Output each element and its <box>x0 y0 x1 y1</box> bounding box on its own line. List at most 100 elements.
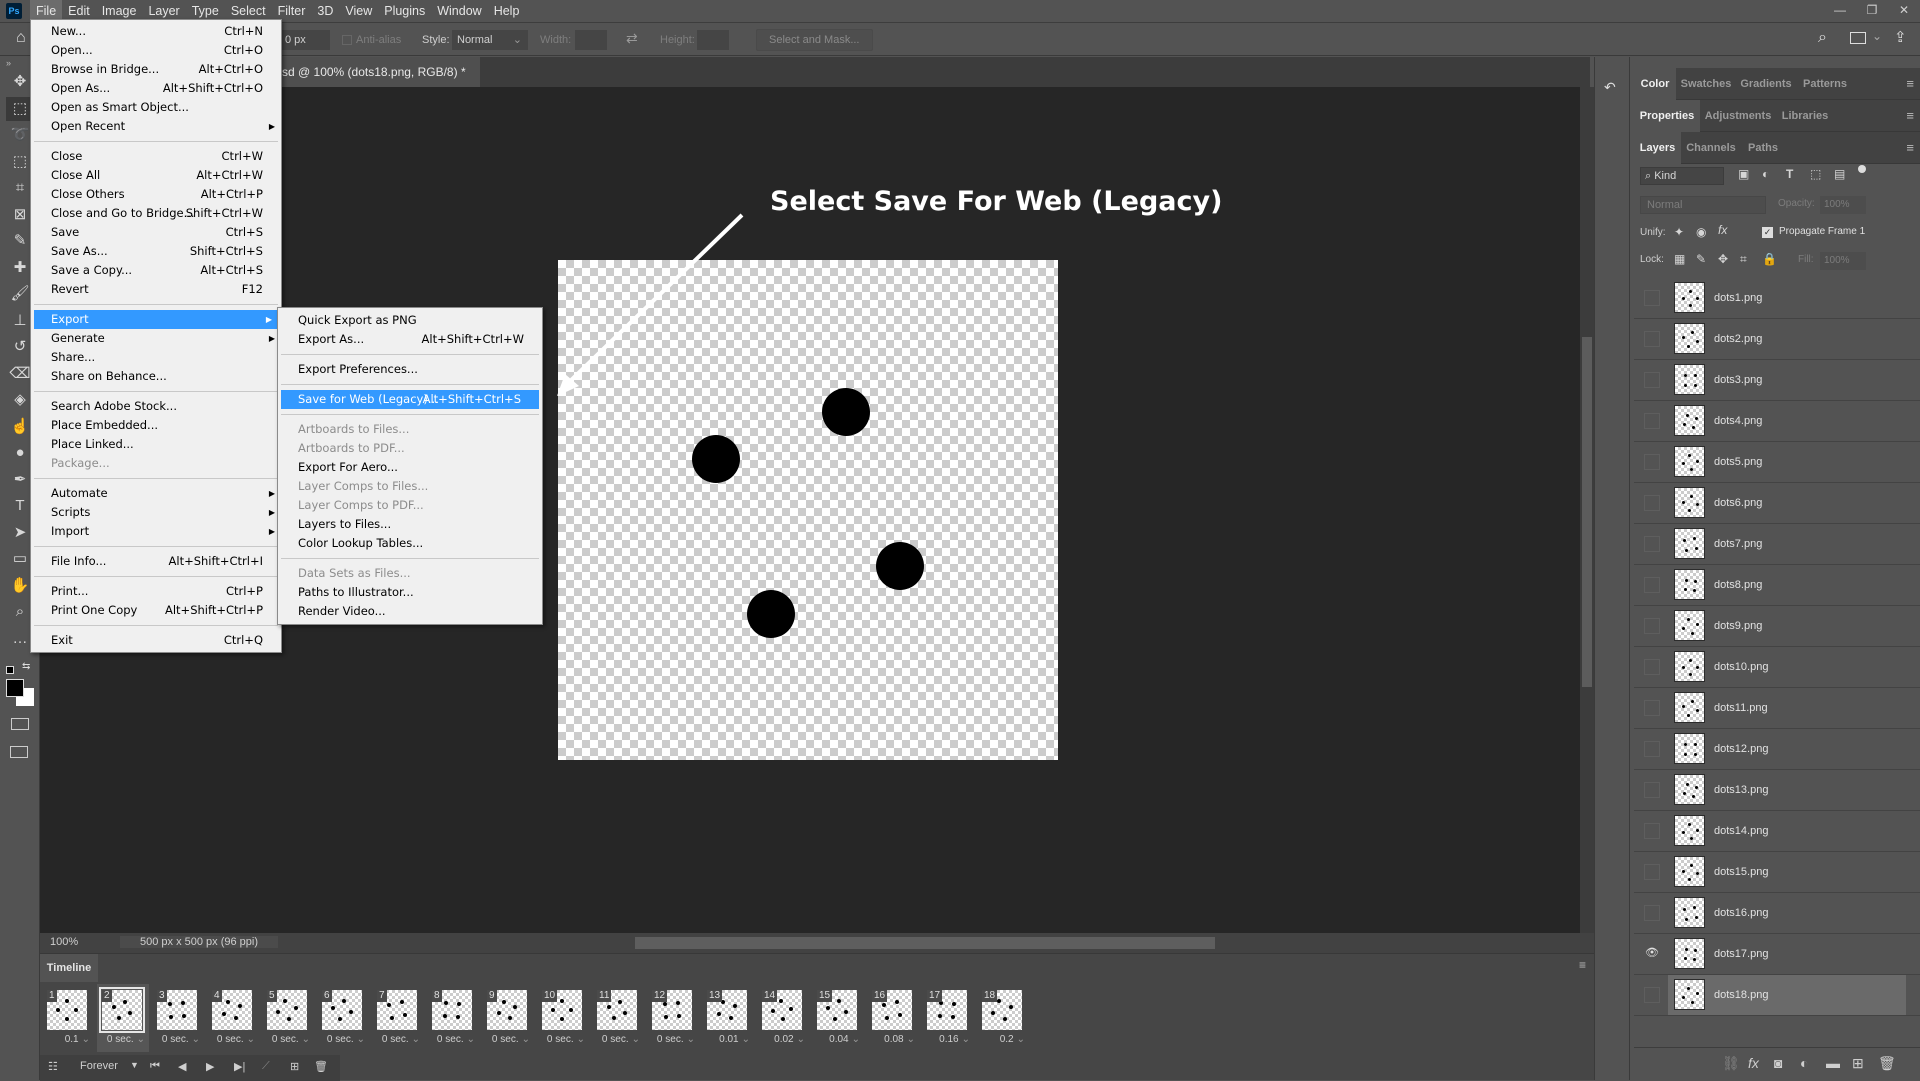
layer-style-icon[interactable]: fx <box>1748 1055 1759 1071</box>
dropdown-arrow-icon[interactable]: ▼ <box>130 1060 139 1070</box>
restore-button[interactable]: ❐ <box>1856 0 1888 22</box>
visibility-toggle[interactable] <box>1644 987 1660 1003</box>
filter-smart-object-icon[interactable]: ▤ <box>1834 167 1845 181</box>
lock-transparency-icon[interactable]: ▦ <box>1674 252 1685 266</box>
panel-menu-icon[interactable]: ≡ <box>1579 958 1586 972</box>
menu-item-place-linked[interactable]: Place Linked... <box>31 435 281 454</box>
layer-row[interactable]: dots7.png <box>1634 524 1920 565</box>
layer-row[interactable]: dots1.png <box>1634 278 1920 319</box>
visibility-toggle[interactable] <box>1644 618 1660 634</box>
workspace-icon[interactable] <box>1850 32 1866 44</box>
menu-item-quick-export-as-png[interactable]: Quick Export as PNG <box>278 311 542 330</box>
timeline-frame[interactable]: 5 0 sec. ⌄ <box>262 984 314 1052</box>
next-frame-icon[interactable]: ▶| <box>234 1060 245 1073</box>
frame-delay-dropdown[interactable]: 0 sec. ⌄ <box>262 1034 314 1045</box>
timeline-frame[interactable]: 1 0.1 ⌄ <box>42 984 94 1052</box>
first-frame-icon[interactable]: ⏮ <box>150 1060 160 1073</box>
menu-item-open-recent[interactable]: Open Recent ▶ <box>31 117 281 136</box>
lock-pixels-icon[interactable]: ✎ <box>1696 252 1706 266</box>
frame-delay-dropdown[interactable]: 0 sec. ⌄ <box>152 1034 204 1045</box>
timeline-frame[interactable]: 15 0.04 ⌄ <box>812 984 864 1052</box>
visibility-toggle[interactable] <box>1644 290 1660 306</box>
delete-layer-icon[interactable]: 🗑 <box>1878 1055 1896 1072</box>
tab-properties[interactable]: Properties <box>1634 100 1700 132</box>
menu-item-search-adobe-stock[interactable]: Search Adobe Stock... <box>31 397 281 416</box>
menu-item-export-as[interactable]: Export As... Alt+Shift+Ctrl+W <box>278 330 542 349</box>
tab-swatches[interactable]: Swatches <box>1676 68 1736 100</box>
chevron-down-icon[interactable]: ⌄ <box>1872 29 1882 43</box>
timeline-tab[interactable]: Timeline <box>40 954 98 982</box>
timeline-frame[interactable]: 11 0 sec. ⌄ <box>592 984 644 1052</box>
visibility-toggle[interactable] <box>1644 741 1660 757</box>
filter-pixel-icon[interactable]: ▣ <box>1738 167 1749 181</box>
tab-color[interactable]: Color <box>1634 68 1676 100</box>
layer-row[interactable]: dots16.png <box>1634 893 1920 934</box>
menu-item-save-as[interactable]: Save As... Shift+Ctrl+S <box>31 242 281 261</box>
close-window-button[interactable]: ✕ <box>1888 0 1920 22</box>
visibility-toggle[interactable] <box>1644 536 1660 552</box>
filter-toggle[interactable] <box>1858 165 1866 173</box>
duplicate-frame-icon[interactable]: ⊞ <box>290 1060 299 1073</box>
menu-item-close-all[interactable]: Close All Alt+Ctrl+W <box>31 166 281 185</box>
visibility-toggle[interactable] <box>1644 454 1660 470</box>
menu-item-import[interactable]: Import ▶ <box>31 522 281 541</box>
menu-item-render-video[interactable]: Render Video... <box>278 602 542 621</box>
layer-row[interactable]: dots6.png <box>1634 483 1920 524</box>
timeline-frame[interactable]: 14 0.02 ⌄ <box>757 984 809 1052</box>
timeline-frame[interactable]: 9 0 sec. ⌄ <box>482 984 534 1052</box>
blend-mode-dropdown[interactable]: Normal <box>1640 196 1766 214</box>
visibility-toggle[interactable] <box>1644 495 1660 511</box>
convert-timeline-icon[interactable]: ☷ <box>48 1060 58 1073</box>
frame-delay-dropdown[interactable]: 0 sec. ⌄ <box>97 1034 149 1045</box>
layer-row[interactable]: 👁 dots17.png <box>1634 934 1920 975</box>
layer-row[interactable]: dots5.png <box>1634 442 1920 483</box>
frame-delay-dropdown[interactable]: 0.08 ⌄ <box>867 1034 919 1045</box>
minimize-button[interactable]: — <box>1824 0 1856 22</box>
menu-item-open-as[interactable]: Open As... Alt+Shift+Ctrl+O <box>31 79 281 98</box>
search-icon[interactable]: ⌕ <box>1818 29 1827 47</box>
lock-artboard-icon[interactable]: ⌗ <box>1740 252 1747 267</box>
menu-item-share-on-behance[interactable]: Share on Behance... <box>31 367 281 386</box>
menu-item-revert[interactable]: Revert F12 <box>31 280 281 299</box>
menu-window[interactable]: Window <box>431 0 487 22</box>
menu-item-scripts[interactable]: Scripts ▶ <box>31 503 281 522</box>
visibility-toggle[interactable] <box>1644 782 1660 798</box>
menu-item-close-and-go-to-bridge[interactable]: Close and Go to Bridge... Shift+Ctrl+W <box>31 204 281 223</box>
visibility-toggle[interactable] <box>1644 413 1660 429</box>
menu-item-exit[interactable]: Exit Ctrl+Q <box>31 631 281 650</box>
screen-mode-icon[interactable] <box>10 746 28 758</box>
home-icon[interactable]: ⌂ <box>16 29 26 47</box>
filter-type-icon[interactable]: T <box>1786 167 1793 181</box>
tab-libraries[interactable]: Libraries <box>1776 100 1834 132</box>
menu-item-generate[interactable]: Generate ▶ <box>31 329 281 348</box>
new-group-icon[interactable]: ▬ <box>1826 1055 1840 1071</box>
vertical-scrollbar[interactable] <box>1580 87 1594 933</box>
new-layer-icon[interactable]: ⊞ <box>1852 1055 1864 1072</box>
menu-3d[interactable]: 3D <box>311 0 339 22</box>
frame-delay-dropdown[interactable]: 0.16 ⌄ <box>922 1034 974 1045</box>
unify-position-icon[interactable]: ✦ <box>1674 225 1684 239</box>
select-and-mask-button[interactable]: Select and Mask... <box>756 29 873 51</box>
layer-row[interactable]: dots8.png <box>1634 565 1920 606</box>
frame-delay-dropdown[interactable]: 0.02 ⌄ <box>757 1034 809 1045</box>
swap-icon[interactable]: ⇄ <box>626 30 638 47</box>
height-input[interactable] <box>697 30 729 50</box>
layer-row[interactable]: dots11.png <box>1634 688 1920 729</box>
frame-delay-dropdown[interactable]: 0.01 ⌄ <box>702 1034 754 1045</box>
swap-colors-icon[interactable]: ⇆ <box>22 661 30 672</box>
timeline-frame[interactable]: 8 0 sec. ⌄ <box>427 984 479 1052</box>
tab-patterns[interactable]: Patterns <box>1796 68 1854 100</box>
tab-adjustments[interactable]: Adjustments <box>1700 100 1776 132</box>
layer-row[interactable]: dots15.png <box>1634 852 1920 893</box>
timeline-frame[interactable]: 10 0 sec. ⌄ <box>537 984 589 1052</box>
layer-row[interactable]: dots9.png <box>1634 606 1920 647</box>
layer-mask-icon[interactable]: ◙ <box>1774 1055 1782 1071</box>
menu-item-share[interactable]: Share... <box>31 348 281 367</box>
tab-gradients[interactable]: Gradients <box>1736 68 1796 100</box>
layer-row[interactable]: dots4.png <box>1634 401 1920 442</box>
horizontal-scrollbar[interactable] <box>635 937 1215 949</box>
menu-item-export-for-aero[interactable]: Export For Aero... <box>278 458 542 477</box>
menu-help[interactable]: Help <box>488 0 526 22</box>
layer-row[interactable]: dots2.png <box>1634 319 1920 360</box>
timeline-frame[interactable]: 7 0 sec. ⌄ <box>372 984 424 1052</box>
